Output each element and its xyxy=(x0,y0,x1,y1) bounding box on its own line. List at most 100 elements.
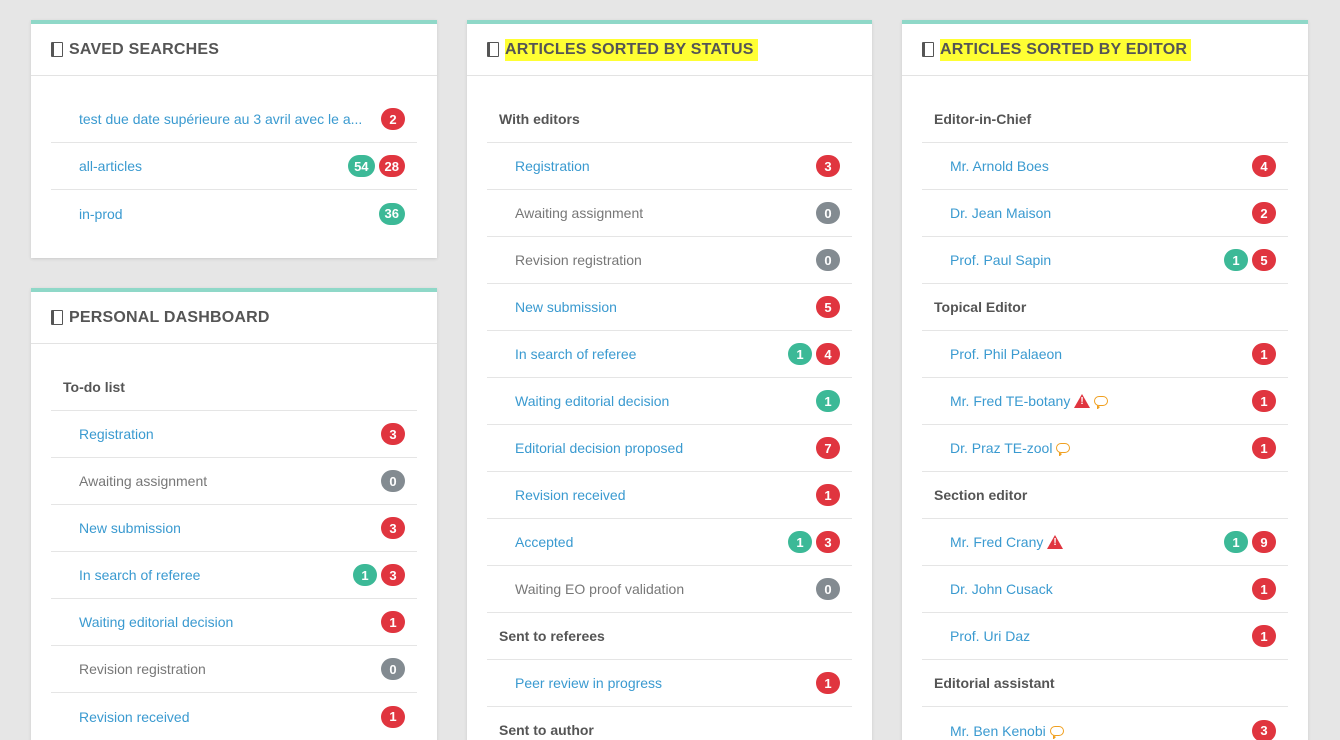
count-badge: 3 xyxy=(381,423,405,445)
item-text: Waiting editorial decision xyxy=(515,393,670,409)
item-text: Registration xyxy=(515,158,590,174)
item-link[interactable]: Registration xyxy=(515,158,590,174)
panel-header: ARTICLES SORTED BY EDITOR xyxy=(902,24,1308,76)
item-link[interactable]: New submission xyxy=(515,299,617,315)
count-badge: 0 xyxy=(381,470,405,492)
list-item[interactable]: Dr. John Cusack 1 xyxy=(922,566,1288,613)
list-item[interactable]: Mr. Fred Crany 19 xyxy=(922,519,1288,566)
count-badge: 3 xyxy=(816,531,840,553)
count-badges: 1 xyxy=(381,611,405,633)
item-link[interactable]: all-articles xyxy=(79,158,142,174)
item-link[interactable]: In search of referee xyxy=(79,567,200,583)
item-text: Mr. Ben Kenobi xyxy=(950,722,1046,739)
item-link[interactable]: In search of referee xyxy=(515,346,636,362)
item-label: Revision registration xyxy=(515,252,642,268)
list-item[interactable]: Waiting editorial decision 1 xyxy=(487,378,852,425)
panel-header: PERSONAL DASHBOARD xyxy=(31,292,437,344)
item-link[interactable]: in-prod xyxy=(79,206,123,222)
item-link[interactable]: Prof. Phil Palaeon xyxy=(950,346,1062,362)
list-item[interactable]: Revision received 1 xyxy=(51,693,417,740)
count-badges: 15 xyxy=(1224,249,1276,271)
count-badges: 2 xyxy=(381,108,405,130)
count-badge: 1 xyxy=(1252,578,1276,600)
list-item[interactable]: Mr. Ben Kenobi 3 xyxy=(922,707,1288,740)
item-text: Dr. Jean Maison xyxy=(950,205,1052,221)
list-item[interactable]: in-prod 36 xyxy=(51,190,417,237)
count-badge: 1 xyxy=(1252,625,1276,647)
count-badge: 1 xyxy=(381,611,405,633)
count-badges: 0 xyxy=(816,202,840,224)
list-item[interactable]: Prof. Uri Daz 1 xyxy=(922,613,1288,660)
item-link[interactable]: Revision received xyxy=(515,487,626,503)
item-link[interactable]: Dr. Jean Maison xyxy=(950,205,1051,221)
list-item[interactable]: test due date supérieure au 3 avril avec… xyxy=(51,96,417,143)
item-link[interactable]: Waiting editorial decision xyxy=(515,393,669,409)
count-badges: 3 xyxy=(1252,719,1276,740)
panel-title: SAVED SEARCHES xyxy=(69,40,220,58)
list-item[interactable]: Accepted 1 3 xyxy=(487,519,852,566)
group-heading: To-do list xyxy=(51,364,417,411)
list-item[interactable]: Dr. Jean Maison 2 xyxy=(922,190,1288,237)
count-badges: 19 xyxy=(1224,531,1276,553)
comment-icon xyxy=(1049,725,1064,739)
item-link[interactable]: Revision received xyxy=(79,709,190,725)
item-text: Revision received xyxy=(515,487,626,503)
item-text: Dr. John Cusack xyxy=(950,581,1053,597)
list-item[interactable]: Revision received 1 xyxy=(487,472,852,519)
count-badge: 3 xyxy=(381,517,405,539)
item-link[interactable]: test due date supérieure au 3 avril avec… xyxy=(79,111,362,127)
item-link[interactable]: Waiting editorial decision xyxy=(79,614,233,630)
count-badges: 3 xyxy=(381,517,405,539)
list-item[interactable]: New submission 5 xyxy=(487,284,852,331)
list-item[interactable]: Mr. Arnold Boes 4 xyxy=(922,143,1288,190)
list-item[interactable]: In search of referee 1 3 xyxy=(51,552,417,599)
item-link[interactable]: Prof. Uri Daz xyxy=(950,628,1030,644)
item-link[interactable]: Mr. Ben Kenobi xyxy=(950,723,1064,739)
count-badge: 1 xyxy=(1224,249,1248,271)
count-badge: 5 xyxy=(816,296,840,318)
item-link[interactable]: New submission xyxy=(79,520,181,536)
list-item[interactable]: Prof. Phil Palaeon 1 xyxy=(922,331,1288,378)
item-text: Revision received xyxy=(79,708,190,725)
count-badge: 1 xyxy=(788,343,812,365)
list-item[interactable]: Dr. Praz TE-zool 1 xyxy=(922,425,1288,472)
group-heading: Sent to referees xyxy=(487,613,852,660)
count-badges: 1 xyxy=(1252,343,1276,365)
count-badge: 3 xyxy=(816,155,840,177)
item-link[interactable]: Mr. Arnold Boes xyxy=(950,158,1049,174)
notebook-icon xyxy=(51,310,63,325)
item-link[interactable]: Mr. Fred Crany xyxy=(950,534,1064,550)
count-badges: 7 xyxy=(816,437,840,459)
list-item[interactable]: New submission 3 xyxy=(51,505,417,552)
count-badges: 3 xyxy=(816,155,840,177)
warning-icon xyxy=(1074,394,1091,408)
group-heading: With editors xyxy=(487,96,852,143)
item-link[interactable]: Peer review in progress xyxy=(515,675,662,691)
group-heading: Sent to author xyxy=(487,707,852,740)
item-link[interactable]: Registration xyxy=(79,426,154,442)
item-link[interactable]: Accepted xyxy=(515,534,573,550)
count-badge: 1 xyxy=(381,705,405,728)
count-badges: 2 xyxy=(1252,202,1276,224)
list-item[interactable]: In search of referee 1 4 xyxy=(487,331,852,378)
list-item[interactable]: Peer review in progress 1 xyxy=(487,660,852,707)
count-badge: 0 xyxy=(816,578,840,600)
list-item[interactable]: Registration 3 xyxy=(487,143,852,190)
list-item[interactable]: Editorial decision proposed 7 xyxy=(487,425,852,472)
list-item[interactable]: Prof. Paul Sapin 1 5 xyxy=(922,237,1288,284)
count-badge: 1 xyxy=(816,672,840,694)
list-item[interactable]: Mr. Fred TE-botany 1 xyxy=(922,378,1288,425)
saved-searches-panel: SAVED SEARCHES test due date supérieure … xyxy=(31,20,437,258)
item-link[interactable]: Dr. John Cusack xyxy=(950,581,1053,597)
count-badges: 1 xyxy=(1252,578,1276,600)
item-link[interactable]: Editorial decision proposed xyxy=(515,440,683,456)
count-badges: 0 xyxy=(816,249,840,271)
list-item[interactable]: all-articles 54 28 xyxy=(51,143,417,190)
item-link[interactable]: Prof. Paul Sapin xyxy=(950,252,1051,268)
count-badges: 1 xyxy=(381,705,405,728)
list-item[interactable]: Waiting editorial decision 1 xyxy=(51,599,417,646)
item-link[interactable]: Mr. Fred TE-botany xyxy=(950,393,1109,409)
item-link[interactable]: Dr. Praz TE-zool xyxy=(950,440,1071,456)
list-item[interactable]: Registration 3 xyxy=(51,411,417,458)
item-text: Registration xyxy=(79,426,154,442)
